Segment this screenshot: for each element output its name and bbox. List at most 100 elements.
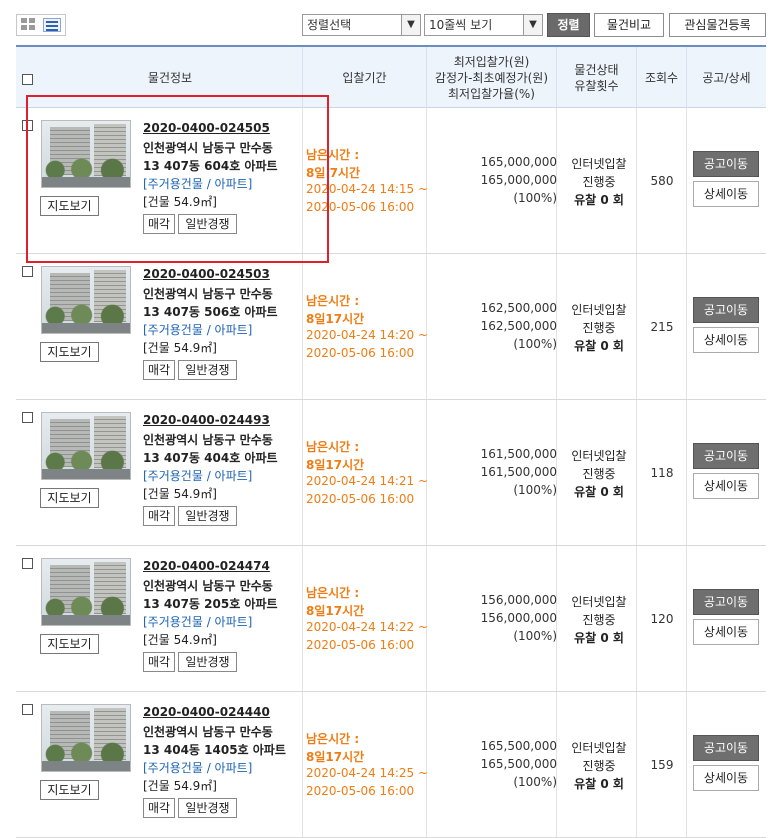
sale-tag: 매각 <box>143 506 175 526</box>
header-status-line2: 유찰횟수 <box>574 78 619 93</box>
property-photo[interactable] <box>41 704 131 772</box>
bid-method: 인터넷입찰 <box>571 449 627 463</box>
view-count: 159 <box>650 758 674 772</box>
select-all-checkbox[interactable] <box>22 74 33 85</box>
cell-divider <box>686 400 687 545</box>
compare-button[interactable]: 물건비교 <box>594 13 664 37</box>
watch-button[interactable]: 관심물건등록 <box>669 13 766 37</box>
case-number-link[interactable]: 2020-0400-024503 <box>143 267 270 281</box>
property-type: [주거용건물 / 아파트] <box>143 323 253 337</box>
cell-divider <box>302 400 303 545</box>
appraisal-price: 162,500,000 <box>480 319 557 333</box>
case-number-link[interactable]: 2020-0400-024440 <box>143 705 270 719</box>
view-count: 215 <box>650 320 674 334</box>
map-button[interactable]: 지도보기 <box>40 488 99 508</box>
min-bid-price: 161,500,000 <box>480 447 557 461</box>
min-bid-rate: (100%) <box>513 629 557 643</box>
remaining-time-label: 남은시간 : <box>306 440 360 454</box>
header-status-line1: 물건상태 <box>574 62 619 77</box>
row-checkbox[interactable] <box>22 266 33 277</box>
min-bid-price: 165,500,000 <box>480 739 557 753</box>
remaining-time-value: 8일17시간 <box>306 458 365 472</box>
header-price-line3: 최저입찰가율(%) <box>447 86 535 101</box>
view-count: 120 <box>650 612 674 626</box>
bid-end-date: 2020-05-06 16:00 <box>306 638 415 652</box>
page-size-select[interactable]: 10줄씩 보기 ▼ <box>424 14 543 36</box>
map-button[interactable]: 지도보기 <box>40 780 99 800</box>
address-line2: 13 407동 205호 아파트 <box>143 597 278 611</box>
toolbar: 정렬선택 ▼ 10줄씩 보기 ▼ 정렬 물건비교 관심물건등록 <box>16 11 766 37</box>
bid-status: 진행중 <box>582 467 616 481</box>
bid-method: 인터넷입찰 <box>571 303 627 317</box>
grid-view-icon[interactable] <box>21 18 37 32</box>
detail-button[interactable]: 상세이동 <box>693 473 759 499</box>
bid-end-date: 2020-05-06 16:00 <box>306 784 415 798</box>
notice-button[interactable]: 공고이동 <box>693 735 759 761</box>
bid-method: 인터넷입찰 <box>571 741 627 755</box>
cell-divider <box>302 692 303 837</box>
property-area: [건물 54.9㎡] <box>143 779 217 793</box>
property-type: [주거용건물 / 아파트] <box>143 761 253 775</box>
detail-button[interactable]: 상세이동 <box>693 765 759 791</box>
row-checkbox[interactable] <box>22 704 33 715</box>
property-photo[interactable] <box>41 558 131 626</box>
notice-button[interactable]: 공고이동 <box>693 589 759 615</box>
remaining-time-label: 남은시간 : <box>306 586 360 600</box>
detail-button[interactable]: 상세이동 <box>693 619 759 645</box>
cell-divider <box>686 546 687 691</box>
bid-status: 진행중 <box>582 613 616 627</box>
map-button[interactable]: 지도보기 <box>40 342 99 362</box>
fail-count: 유찰 0 회 <box>574 193 624 207</box>
notice-button[interactable]: 공고이동 <box>693 297 759 323</box>
detail-button[interactable]: 상세이동 <box>693 327 759 353</box>
bid-status: 진행중 <box>582 321 616 335</box>
bid-status: 진행중 <box>582 759 616 773</box>
table-row: 지도보기 2020-0400-024474 인천광역시 남동구 만수동 13 4… <box>16 546 766 692</box>
property-area: [건물 54.9㎡] <box>143 341 217 355</box>
notice-button[interactable]: 공고이동 <box>693 443 759 469</box>
case-number-link[interactable]: 2020-0400-024474 <box>143 559 270 573</box>
table-row: 지도보기 2020-0400-024493 인천광역시 남동구 만수동 13 4… <box>16 400 766 546</box>
list-view-icon[interactable] <box>43 18 61 32</box>
bid-start-date: 2020-04-24 14:25 ~ <box>306 766 429 780</box>
header-status: 물건상태 유찰횟수 <box>556 47 636 108</box>
chevron-down-icon: ▼ <box>401 15 420 35</box>
remaining-time-value: 8일17시간 <box>306 604 365 618</box>
min-bid-rate: (100%) <box>513 483 557 497</box>
map-button[interactable]: 지도보기 <box>40 634 99 654</box>
appraisal-price: 165,500,000 <box>480 757 557 771</box>
table-row: 지도보기 2020-0400-024503 인천광역시 남동구 만수동 13 4… <box>16 254 766 400</box>
property-photo[interactable] <box>41 412 131 480</box>
header-price: 최저입찰가(원) 감정가-최초예정가(원) 최저입찰가율(%) <box>426 47 556 108</box>
table-row: 지도보기 2020-0400-024440 인천광역시 남동구 만수동 13 4… <box>16 692 766 838</box>
header-notice: 공고/상세 <box>686 47 766 108</box>
sort-button[interactable]: 정렬 <box>547 13 590 37</box>
bid-method: 인터넷입찰 <box>571 157 627 171</box>
cell-divider <box>686 254 687 399</box>
fail-count: 유찰 0 회 <box>574 777 624 791</box>
header-views: 조회수 <box>636 47 686 108</box>
cell-divider <box>302 254 303 399</box>
property-area: [건물 54.9㎡] <box>143 487 217 501</box>
property-photo[interactable] <box>41 266 131 334</box>
bid-status: 진행중 <box>582 175 616 189</box>
detail-button[interactable]: 상세이동 <box>693 181 759 207</box>
header-price-line1: 최저입찰가(원) <box>453 54 530 69</box>
remaining-time-label: 남은시간 : <box>306 732 360 746</box>
sort-select[interactable]: 정렬선택 ▼ <box>302 14 421 36</box>
remaining-time-value: 8일17시간 <box>306 312 365 326</box>
row-checkbox[interactable] <box>22 412 33 423</box>
notice-button[interactable]: 공고이동 <box>693 151 759 177</box>
sale-tag: 매각 <box>143 798 175 818</box>
bid-start-date: 2020-04-24 14:20 ~ <box>306 328 429 342</box>
address-line2: 13 404동 1405호 아파트 <box>143 743 286 757</box>
competition-tag: 일반경쟁 <box>178 798 237 818</box>
row-checkbox[interactable] <box>22 558 33 569</box>
appraisal-price: 156,000,000 <box>480 611 557 625</box>
address-line1: 인천광역시 남동구 만수동 <box>143 433 273 447</box>
competition-tag: 일반경쟁 <box>178 652 237 672</box>
view-toggle <box>16 14 66 36</box>
min-bid-rate: (100%) <box>513 191 557 205</box>
header-price-line2: 감정가-최초예정가(원) <box>434 70 549 85</box>
case-number-link[interactable]: 2020-0400-024493 <box>143 413 270 427</box>
